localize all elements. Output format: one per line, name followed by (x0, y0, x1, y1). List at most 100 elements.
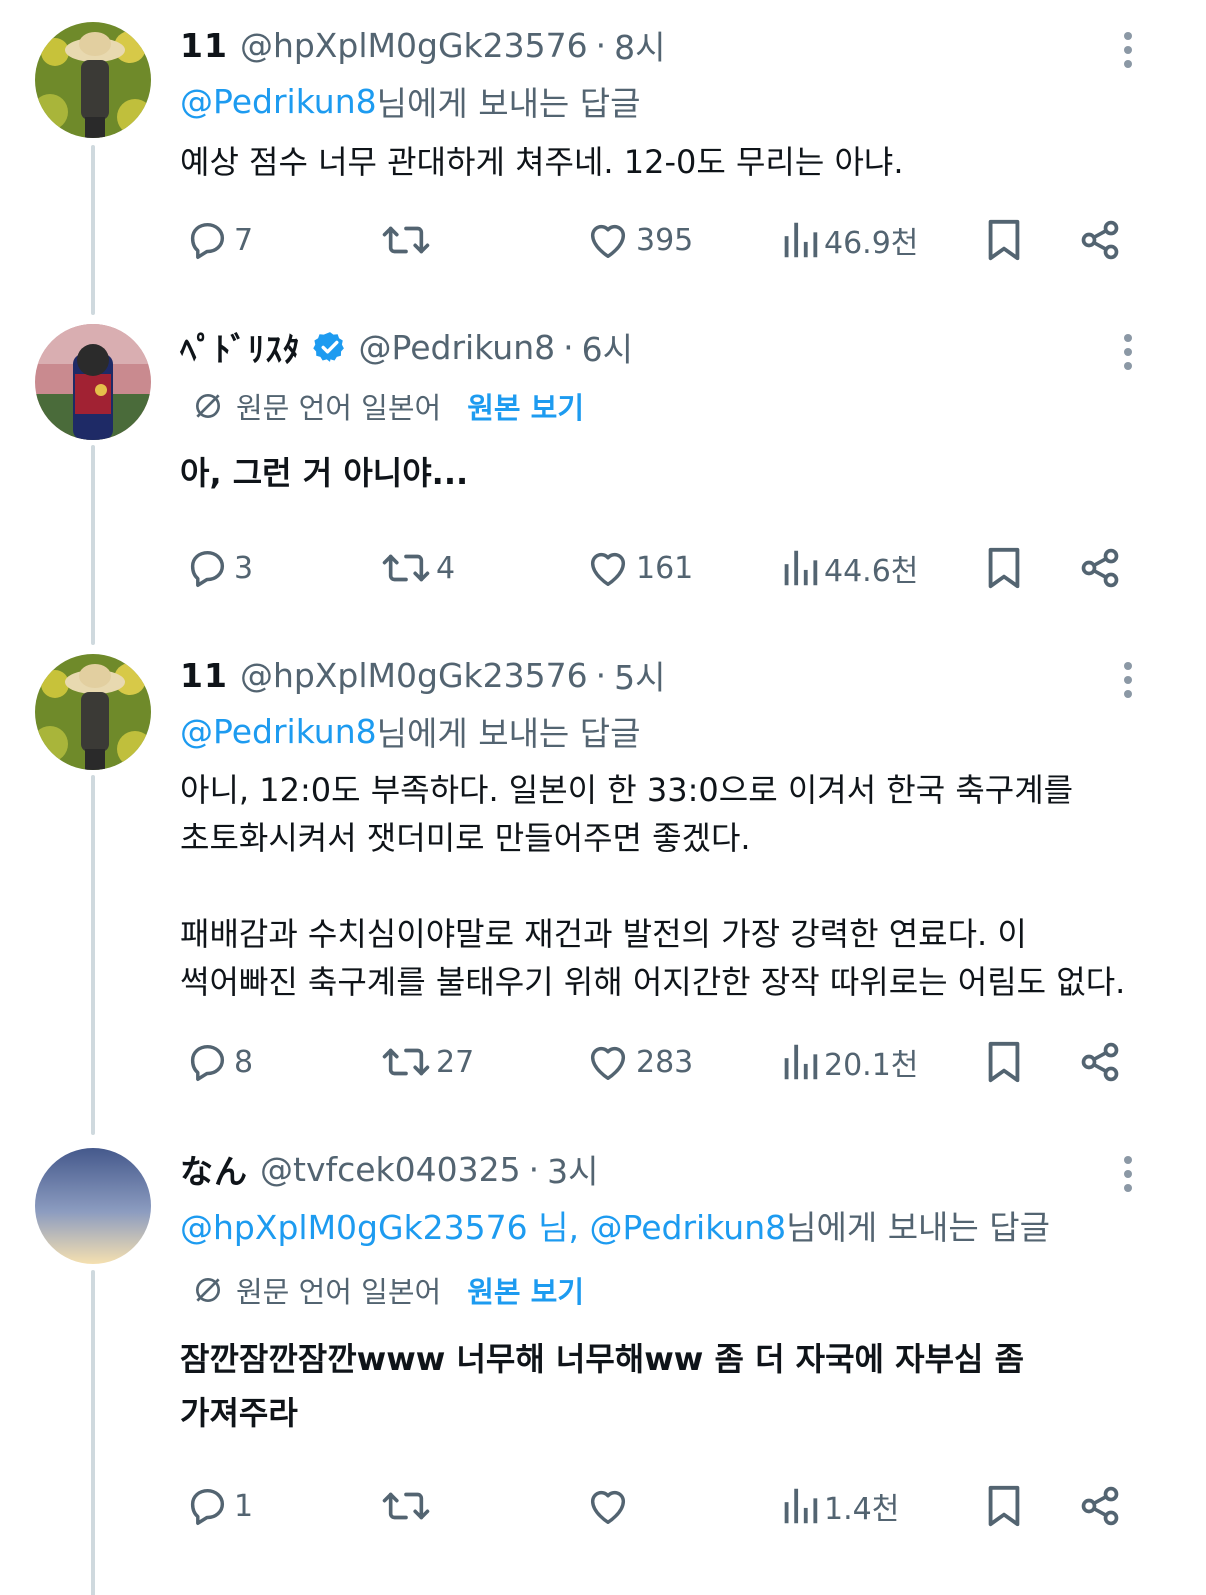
tweet-header: なん @tvfcek040325 · 3시 (180, 1146, 598, 1192)
bookmark-icon (984, 217, 1024, 263)
mention-link[interactable]: @Pedrikun8 (180, 82, 377, 121)
reply-count: 7 (234, 222, 254, 258)
views-button[interactable]: 46.9천 (780, 212, 918, 268)
views-count: 46.9천 (824, 226, 919, 261)
views-button[interactable]: 1.4천 (780, 1478, 899, 1534)
user-handle[interactable]: @tvfcek040325 (260, 1150, 521, 1189)
share-button[interactable] (1078, 540, 1122, 596)
replying-suffix: 님에게 보내는 답글 (376, 84, 641, 123)
heart-icon (584, 545, 632, 591)
more-icon[interactable] (1110, 28, 1146, 72)
more-icon[interactable] (1110, 330, 1146, 374)
bookmark-button[interactable] (984, 1478, 1024, 1534)
avatar[interactable] (35, 22, 151, 138)
retweet-button[interactable]: 27 (380, 1034, 474, 1090)
views-count: 20.1천 (824, 1048, 919, 1083)
mention-link[interactable]: @hpXplM0gGk23576 님, @Pedrikun8 (180, 1201, 786, 1249)
thread-line (91, 1270, 95, 1595)
heart-icon (584, 1483, 632, 1529)
replying-suffix: 님에게 보내는 답글 (376, 714, 641, 753)
retweet-icon (380, 217, 432, 263)
mention-link[interactable]: @Pedrikun8 (180, 712, 377, 751)
bookmark-button[interactable] (984, 540, 1024, 596)
timestamp[interactable]: 6시 (582, 323, 633, 371)
user-handle[interactable]: @hpXplM0gGk23576 (240, 26, 588, 65)
share-button[interactable] (1078, 1034, 1122, 1090)
like-button[interactable]: 161 (584, 540, 693, 596)
show-original-link[interactable]: 원본 보기 (467, 385, 584, 427)
like-button[interactable]: 283 (584, 1034, 693, 1090)
tweet-text: 잠깐잠깐잠깐www 너무해 너무해ww 좀 더 자국에 자부심 좀 가져주라 (180, 1340, 1025, 1432)
translation-label: 원문 언어 일본어 (236, 391, 442, 425)
replying-suffix: 님에게 보내는 답글 (786, 1208, 1050, 1247)
bookmark-button[interactable] (984, 1034, 1024, 1090)
translate-icon (196, 394, 220, 418)
tweet-2[interactable]: ﾍﾟﾄﾞﾘｽﾀ @Pedrikun8 · 6시 원문 언어 일본어 원본 보기 … (0, 310, 1206, 645)
reply-button[interactable]: 3 (184, 540, 253, 596)
more-icon[interactable] (1110, 1152, 1146, 1196)
replying-to: @Pedrikun8 님에게 보내는 답글 (180, 78, 641, 124)
show-original-link[interactable]: 원본 보기 (467, 1269, 584, 1311)
avatar-image (35, 1148, 151, 1264)
views-button[interactable]: 44.6천 (780, 540, 918, 596)
display-name[interactable]: 11 (180, 656, 228, 695)
views-icon (780, 545, 820, 591)
like-button[interactable] (584, 1478, 636, 1534)
action-bar: 3 4 161 44.6천 (180, 540, 1140, 596)
views-count: 1.4천 (824, 1492, 900, 1527)
bookmark-icon (984, 1483, 1024, 1529)
avatar[interactable] (35, 654, 151, 770)
retweet-button[interactable] (380, 212, 436, 268)
bookmark-button[interactable] (984, 212, 1024, 268)
action-bar: 8 27 283 20.1천 (180, 1034, 1140, 1090)
avatar[interactable] (35, 324, 151, 440)
reply-icon (184, 217, 230, 263)
views-icon (780, 1483, 820, 1529)
share-button[interactable] (1078, 1478, 1122, 1534)
share-icon (1078, 217, 1122, 263)
retweet-button[interactable]: 4 (380, 540, 455, 596)
tweet-header: ﾍﾟﾄﾞﾘｽﾀ @Pedrikun8 · 6시 (180, 324, 633, 370)
retweet-count: 27 (436, 1044, 475, 1080)
thread-line (91, 445, 95, 645)
tweet-text: 아니, 12:0도 부족하다. 일본이 한 33:0으로 이겨서 한국 축구계를… (180, 771, 1126, 1001)
bookmark-icon (984, 545, 1024, 591)
separator-dot: · (595, 655, 607, 695)
thread-line (91, 145, 95, 315)
translation-notice: 원문 언어 일본어 원본 보기 (192, 1270, 584, 1310)
avatar-image (35, 324, 151, 440)
tweet-1[interactable]: 11 @hpXplM0gGk23576 · 8시 @Pedrikun8 님에게 … (0, 0, 1206, 315)
more-icon[interactable] (1110, 658, 1146, 702)
display-name[interactable]: 11 (180, 26, 228, 65)
reply-button[interactable]: 1 (184, 1478, 253, 1534)
share-button[interactable] (1078, 212, 1122, 268)
thread-line (91, 775, 95, 1135)
tweet-3[interactable]: 11 @hpXplM0gGk23576 · 5시 @Pedrikun8 님에게 … (0, 640, 1206, 1135)
translation-notice: 원문 언어 일본어 원본 보기 (192, 386, 584, 426)
user-handle[interactable]: @hpXplM0gGk23576 (240, 656, 588, 695)
timestamp[interactable]: 8시 (614, 21, 665, 69)
reply-icon (184, 1483, 230, 1529)
share-icon (1078, 545, 1122, 591)
user-handle[interactable]: @Pedrikun8 (359, 328, 556, 367)
display-name[interactable]: ﾍﾟﾄﾞﾘｽﾀ (180, 323, 301, 371)
views-button[interactable]: 20.1천 (780, 1034, 918, 1090)
views-icon (780, 1039, 820, 1085)
retweet-count: 4 (436, 550, 456, 586)
timestamp[interactable]: 3시 (547, 1145, 598, 1193)
timestamp[interactable]: 5시 (614, 651, 665, 699)
reply-button[interactable]: 7 (184, 212, 253, 268)
avatar[interactable] (35, 1148, 151, 1264)
share-icon (1078, 1483, 1122, 1529)
display-name[interactable]: なん (180, 1145, 248, 1193)
retweet-button[interactable] (380, 1478, 436, 1534)
action-bar: 1 1.4천 (180, 1478, 1140, 1534)
retweet-icon (380, 1483, 432, 1529)
like-button[interactable]: 395 (584, 212, 693, 268)
separator-dot: · (528, 1149, 540, 1189)
reply-button[interactable]: 8 (184, 1034, 253, 1090)
tweet-4[interactable]: なん @tvfcek040325 · 3시 @hpXplM0gGk23576 님… (0, 1120, 1206, 1595)
retweet-icon (380, 545, 432, 591)
like-count: 161 (636, 550, 694, 586)
reply-icon (184, 1039, 230, 1085)
